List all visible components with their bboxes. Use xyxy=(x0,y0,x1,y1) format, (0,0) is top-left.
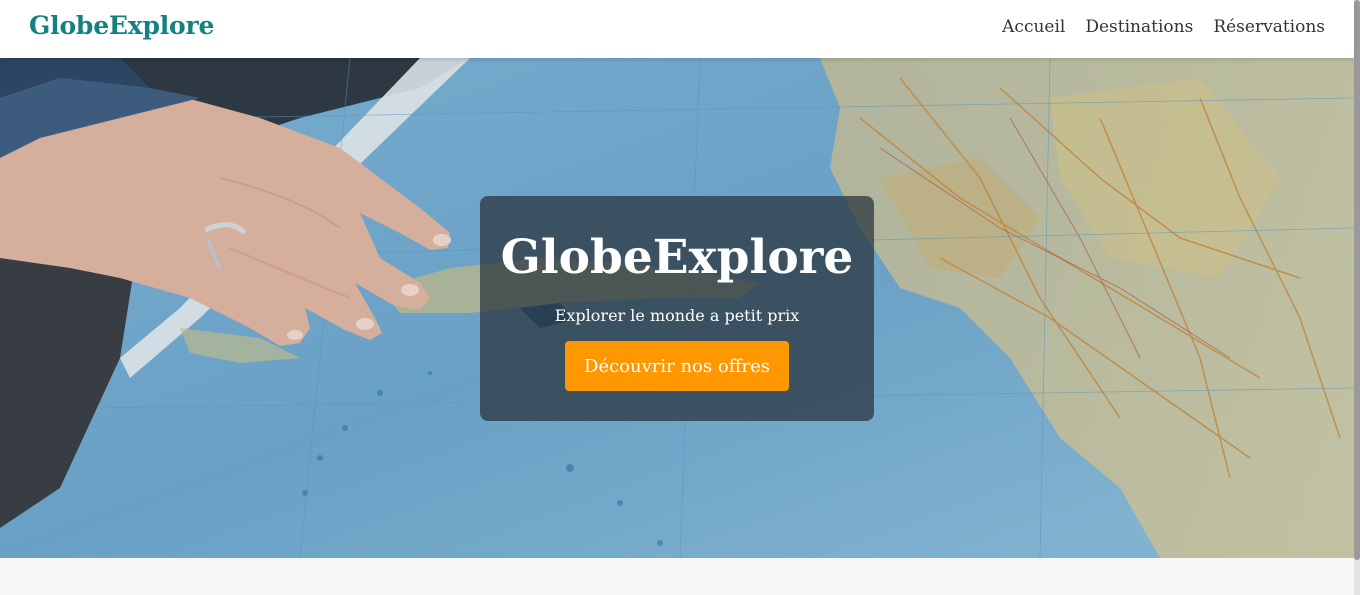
page-scrollbar[interactable] xyxy=(1354,0,1360,595)
site-logo[interactable]: GlobeExplore xyxy=(29,11,214,40)
nav-link-accueil[interactable]: Accueil xyxy=(1002,17,1065,37)
scrollbar-thumb[interactable] xyxy=(1354,0,1360,560)
site-header: GlobeExplore Accueil Destinations Réserv… xyxy=(0,0,1354,58)
hero-section: GlobeExplore Explorer le monde a petit p… xyxy=(0,58,1354,558)
main-nav: Accueil Destinations Réservations xyxy=(1002,17,1325,37)
nav-link-destinations[interactable]: Destinations xyxy=(1085,17,1193,37)
hero-subtitle: Explorer le monde a petit prix xyxy=(554,306,800,325)
hero-card: GlobeExplore Explorer le monde a petit p… xyxy=(480,196,874,421)
nav-link-reservations[interactable]: Réservations xyxy=(1213,17,1325,37)
discover-offers-button[interactable]: Découvrir nos offres xyxy=(565,341,789,391)
hero-title: GlobeExplore xyxy=(500,230,854,285)
page: GlobeExplore Accueil Destinations Réserv… xyxy=(0,0,1354,595)
